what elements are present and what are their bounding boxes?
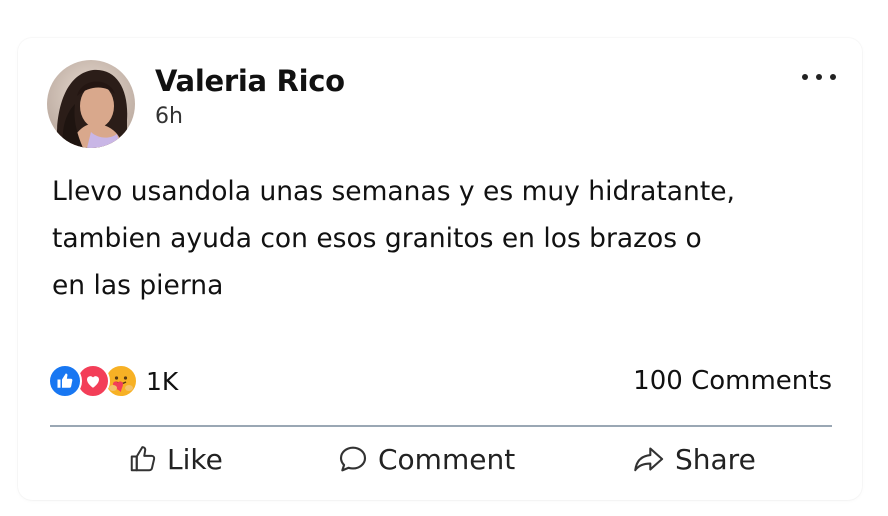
like-button-label: Like xyxy=(167,442,223,476)
author-name[interactable]: Valeria Rico xyxy=(155,64,345,98)
more-options-icon[interactable] xyxy=(802,66,836,88)
share-button-label: Share xyxy=(675,442,756,476)
share-arrow-icon xyxy=(634,447,664,472)
post-timestamp[interactable]: 6h xyxy=(155,104,183,129)
post-body-text: Llevo usandola unas semanas y es muy hid… xyxy=(52,176,735,301)
reactions-summary[interactable]: 1K xyxy=(48,363,178,399)
dot xyxy=(830,74,836,80)
speech-bubble-icon xyxy=(339,446,367,472)
dot xyxy=(802,74,808,80)
comment-button-label: Comment xyxy=(378,442,516,476)
comment-button[interactable]: Comment xyxy=(337,438,515,480)
thumbs-up-icon xyxy=(130,446,156,472)
reactions-count: 1K xyxy=(146,366,179,396)
author-avatar[interactable] xyxy=(47,60,135,148)
comments-count-link[interactable]: 100 Comments xyxy=(633,366,832,396)
dot xyxy=(816,74,822,80)
like-button[interactable]: Like xyxy=(128,438,223,480)
like-icon xyxy=(48,364,82,398)
share-button[interactable]: Share xyxy=(632,438,756,480)
divider xyxy=(50,425,832,427)
